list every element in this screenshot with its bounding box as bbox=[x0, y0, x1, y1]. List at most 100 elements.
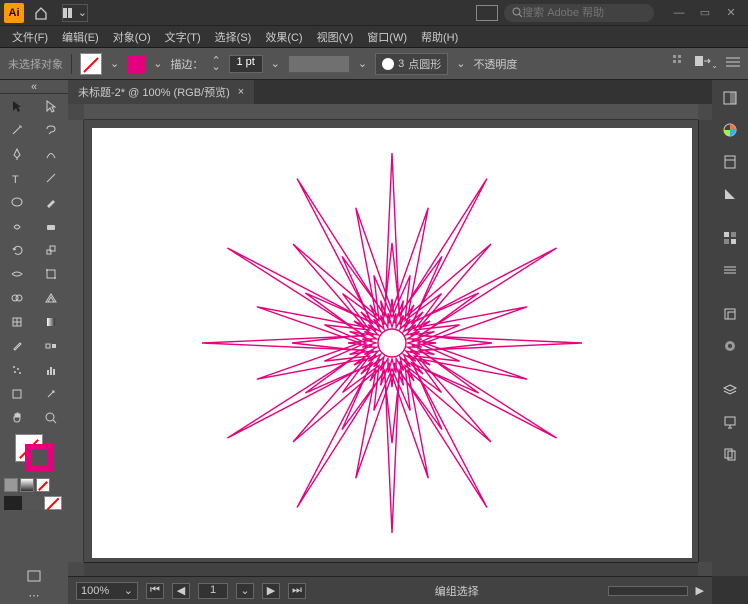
shape-builder-tool[interactable] bbox=[0, 286, 34, 310]
document-tab-close-icon[interactable]: × bbox=[238, 86, 244, 98]
eyedropper-tool[interactable] bbox=[0, 334, 34, 358]
symbols-panel-icon[interactable] bbox=[716, 300, 744, 328]
color-mode-icon[interactable] bbox=[4, 478, 18, 492]
swatches-panel-icon[interactable] bbox=[716, 224, 744, 252]
transform-panel-icon[interactable]: ⌄ bbox=[695, 56, 718, 71]
ruler-vertical[interactable] bbox=[68, 120, 84, 562]
search-box[interactable] bbox=[504, 4, 654, 22]
window-restore-button[interactable]: ▭ bbox=[692, 4, 718, 22]
panel-menu-icon[interactable] bbox=[726, 57, 740, 70]
line-segment-tool[interactable] bbox=[34, 166, 68, 190]
menu-object[interactable]: 对象(O) bbox=[109, 27, 155, 47]
type-tool[interactable]: T bbox=[0, 166, 34, 190]
fill-dropdown-icon[interactable]: ⌄ bbox=[110, 57, 119, 70]
search-input[interactable] bbox=[522, 7, 646, 19]
stroke-stepper-icon[interactable]: ⌃⌄ bbox=[211, 58, 220, 70]
home-icon[interactable] bbox=[32, 4, 50, 22]
menu-help[interactable]: 帮助(H) bbox=[417, 27, 462, 47]
slice-tool[interactable] bbox=[34, 382, 68, 406]
opacity-label[interactable]: 不透明度 bbox=[473, 56, 517, 72]
pen-tool[interactable] bbox=[0, 142, 34, 166]
canvas[interactable] bbox=[68, 104, 712, 576]
menu-edit[interactable]: 编辑(E) bbox=[58, 27, 103, 47]
properties-panel-icon[interactable] bbox=[716, 84, 744, 112]
color-panel-icon[interactable] bbox=[716, 116, 744, 144]
prev-artboard-button[interactable]: ◀ bbox=[172, 583, 190, 599]
scrollbar-thumb[interactable] bbox=[608, 586, 688, 596]
fill-swatch[interactable] bbox=[80, 53, 102, 75]
hand-tool[interactable] bbox=[0, 406, 34, 430]
artwork-star-pattern[interactable] bbox=[182, 133, 602, 553]
stroke-dropdown-icon[interactable]: ⌄ bbox=[153, 57, 162, 70]
curvature-tool[interactable] bbox=[34, 142, 68, 166]
scrollbar-horizontal[interactable] bbox=[84, 562, 698, 576]
artboards-panel-icon[interactable] bbox=[716, 440, 744, 468]
menu-type[interactable]: 文字(T) bbox=[161, 27, 205, 47]
screen-mode-icon[interactable] bbox=[0, 568, 68, 587]
rectangle-tool[interactable] bbox=[0, 190, 34, 214]
stroke-panel-icon[interactable] bbox=[716, 332, 744, 360]
document-tab-title[interactable]: 未标题-2* @ 100% (RGB/预览) bbox=[78, 84, 230, 100]
stroke-weight-dropdown-icon[interactable]: ⌄ bbox=[271, 57, 280, 70]
profile-dropdown-icon[interactable]: ⌄ bbox=[358, 57, 367, 70]
free-transform-tool[interactable] bbox=[34, 262, 68, 286]
blend-tool[interactable] bbox=[34, 334, 68, 358]
next-artboard-button[interactable]: ▶ bbox=[262, 583, 280, 599]
magic-wand-tool[interactable] bbox=[0, 118, 34, 142]
ruler-horizontal[interactable] bbox=[84, 104, 698, 120]
tools-collapse-icon[interactable]: « bbox=[0, 80, 68, 94]
layers-panel-icon[interactable] bbox=[716, 376, 744, 404]
zoom-tool[interactable] bbox=[34, 406, 68, 430]
scrollbar-vertical[interactable] bbox=[698, 120, 712, 562]
draw-normal-icon[interactable] bbox=[4, 496, 22, 510]
artboard-number-input[interactable]: 1 bbox=[198, 583, 228, 599]
fill-stroke-control[interactable] bbox=[0, 430, 68, 476]
zoom-select[interactable]: 100%⌄ bbox=[76, 582, 138, 600]
paintbrush-tool[interactable] bbox=[34, 190, 68, 214]
asset-export-panel-icon[interactable] bbox=[716, 408, 744, 436]
window-minimize-button[interactable]: — bbox=[666, 4, 692, 22]
perspective-grid-tool[interactable] bbox=[34, 286, 68, 310]
mesh-tool[interactable] bbox=[0, 310, 34, 334]
scale-tool[interactable] bbox=[34, 238, 68, 262]
menu-select[interactable]: 选择(S) bbox=[211, 27, 256, 47]
edit-toolbar-icon[interactable]: ⋯ bbox=[0, 587, 68, 604]
document-tabs: 未标题-2* @ 100% (RGB/预览) × bbox=[68, 80, 712, 104]
stroke-color-icon[interactable] bbox=[25, 444, 53, 472]
share-icon[interactable] bbox=[476, 5, 498, 21]
artboard[interactable] bbox=[92, 128, 692, 558]
variable-width-profile[interactable] bbox=[288, 55, 350, 73]
stroke-swatch[interactable] bbox=[127, 55, 145, 73]
shaper-tool[interactable] bbox=[0, 214, 34, 238]
artboard-dropdown-icon[interactable]: ⌄ bbox=[236, 583, 254, 599]
brushes-panel-icon[interactable] bbox=[716, 256, 744, 284]
gradient-tool[interactable] bbox=[34, 310, 68, 334]
first-artboard-button[interactable]: ⏮ bbox=[146, 583, 164, 599]
brush-dropdown-icon[interactable]: ⌄ bbox=[456, 57, 465, 70]
artboard-tool[interactable] bbox=[0, 382, 34, 406]
align-panel-icon[interactable] bbox=[673, 55, 687, 72]
libraries-panel-icon[interactable] bbox=[716, 148, 744, 176]
last-artboard-button[interactable]: ⏭ bbox=[288, 583, 306, 599]
width-tool[interactable] bbox=[0, 262, 34, 286]
menu-view[interactable]: 视图(V) bbox=[313, 27, 358, 47]
none-mode-icon[interactable] bbox=[36, 478, 50, 492]
window-close-button[interactable]: ✕ bbox=[718, 4, 744, 22]
workspace-switcher[interactable]: ⌄ bbox=[62, 4, 88, 22]
selection-tool[interactable] bbox=[0, 94, 34, 118]
color-guide-panel-icon[interactable] bbox=[716, 180, 744, 208]
draw-behind-icon[interactable] bbox=[24, 496, 42, 510]
symbol-sprayer-tool[interactable] bbox=[0, 358, 34, 382]
menu-window[interactable]: 窗口(W) bbox=[363, 27, 411, 47]
stroke-weight-input[interactable]: 1 pt bbox=[229, 55, 263, 73]
direct-selection-tool[interactable] bbox=[34, 94, 68, 118]
eraser-tool[interactable] bbox=[34, 214, 68, 238]
gradient-mode-icon[interactable] bbox=[20, 478, 34, 492]
menu-effect[interactable]: 效果(C) bbox=[261, 27, 306, 47]
lasso-tool[interactable] bbox=[34, 118, 68, 142]
column-graph-tool[interactable] bbox=[34, 358, 68, 382]
draw-inside-icon[interactable] bbox=[44, 496, 62, 510]
scroll-right-icon[interactable]: ▶ bbox=[696, 584, 704, 597]
menu-file[interactable]: 文件(F) bbox=[8, 27, 52, 47]
rotate-tool[interactable] bbox=[0, 238, 34, 262]
